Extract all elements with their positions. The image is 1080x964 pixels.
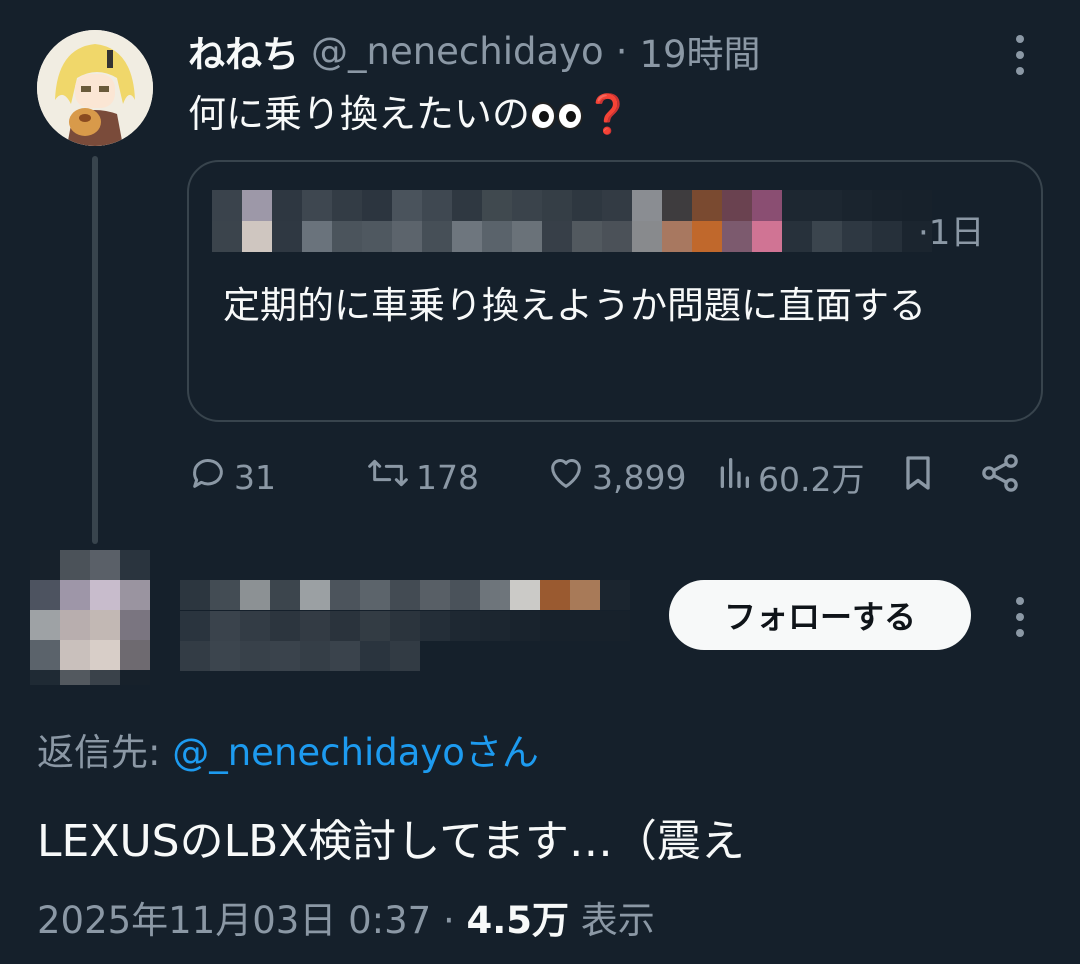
retweet-button[interactable]: 178 bbox=[366, 452, 479, 502]
quote-time[interactable]: ·1日 bbox=[918, 205, 984, 254]
tweet-text-body: 何に乗り換えたいの bbox=[188, 92, 531, 136]
reply-text: LEXUSのLBX検討してます…（震え bbox=[37, 816, 745, 867]
action-bar: 31 178 3,899 60.2万 bbox=[188, 452, 1028, 502]
meta-separator-dot: · bbox=[442, 899, 455, 942]
reply-meta: 2025年11月03日 0:37 · 4.5万 表示 bbox=[37, 890, 655, 944]
retweet-icon bbox=[366, 453, 410, 501]
reply-to-handle-link[interactable]: @_nenechidayo bbox=[172, 731, 465, 774]
blurred-quote-author bbox=[212, 190, 932, 252]
bookmark-icon bbox=[898, 453, 938, 501]
separator-dot: · bbox=[615, 29, 628, 73]
reply-name-blurred bbox=[180, 580, 630, 672]
heart-icon bbox=[546, 453, 586, 501]
reply-avatar-blurred[interactable] bbox=[30, 550, 150, 685]
display-name[interactable]: ねねち bbox=[188, 24, 299, 78]
bookmark-button[interactable] bbox=[898, 452, 938, 502]
follow-button[interactable]: フォローする bbox=[669, 580, 971, 650]
thread-line bbox=[92, 156, 98, 544]
retweet-count: 178 bbox=[416, 457, 479, 497]
views-count: 60.2万 bbox=[758, 460, 865, 499]
reply-count: 31 bbox=[234, 457, 276, 497]
like-count: 3,899 bbox=[592, 457, 687, 497]
user-handle[interactable]: @_nenechidayo bbox=[311, 30, 604, 73]
reply-icon bbox=[188, 453, 228, 501]
share-icon bbox=[978, 451, 1022, 503]
analytics-icon bbox=[716, 453, 752, 501]
more-options-icon[interactable] bbox=[1008, 35, 1032, 75]
like-button[interactable]: 3,899 bbox=[546, 452, 686, 502]
share-button[interactable] bbox=[978, 452, 1022, 502]
reply-to-line: 返信先: @_nenechidayoさん bbox=[37, 722, 539, 776]
eyes-emoji-icon bbox=[530, 102, 557, 130]
more-options-icon[interactable] bbox=[1008, 597, 1032, 637]
quote-text: 定期的に車乗り換えようか問題に直面する bbox=[223, 284, 926, 327]
tweet-header: ねねち @_nenechidayo · 19時間 bbox=[188, 24, 761, 78]
question-emoji: ❓ bbox=[584, 92, 632, 136]
tweet-time[interactable]: 19時間 bbox=[639, 24, 760, 78]
views-button[interactable]: 60.2万 bbox=[716, 452, 864, 502]
reply-button[interactable]: 31 bbox=[188, 452, 276, 502]
eyes-emoji-icon bbox=[557, 102, 584, 130]
reply-view-label: 表示 bbox=[580, 899, 655, 942]
reply-to-prefix: 返信先: bbox=[37, 731, 173, 774]
reply-timestamp[interactable]: 2025年11月03日 0:37 bbox=[37, 899, 431, 942]
avatar[interactable] bbox=[37, 30, 153, 146]
reply-view-count: 4.5万 bbox=[466, 899, 570, 942]
reply-to-suffix: さん bbox=[464, 731, 539, 774]
tweet-text: 何に乗り換えたいの ❓ bbox=[188, 86, 631, 142]
